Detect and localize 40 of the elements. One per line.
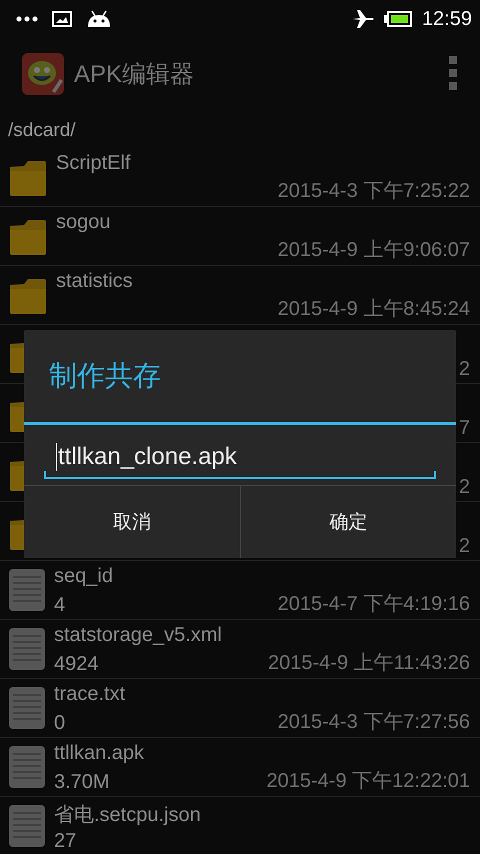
document-icon (8, 686, 46, 730)
file-name: ttllkan.apk (54, 741, 146, 766)
file-size: 3.70M (54, 771, 110, 794)
more-dots-icon (16, 16, 38, 22)
file-name: trace.txt (54, 682, 126, 707)
file-size: 27 (54, 830, 76, 853)
battery-icon (384, 11, 412, 27)
file-name: 省电.setcpu.json (54, 803, 202, 827)
file-name: statistics (56, 269, 134, 294)
dialog-title: 制作共存 (24, 330, 456, 425)
file-size: 0 (54, 712, 66, 735)
file-name: statstorage_v5.xml (54, 623, 223, 648)
modified-date: 2015-4-9 上午9:06:07 (278, 238, 470, 263)
document-icon (8, 568, 46, 612)
android-icon (86, 9, 112, 29)
modified-date: 2015-4-7 下午4:19:16 (278, 592, 470, 617)
file-name: seq_id (54, 564, 114, 589)
input-field[interactable]: ttllkan_clone.apk (44, 437, 436, 479)
clock-time: 12:59 (422, 8, 472, 30)
modified-date: 2015-4-9 下午12:22:01 (266, 769, 470, 794)
file-name: sogou (56, 210, 112, 235)
app-logo-icon (22, 53, 64, 95)
modified-date: 2 (458, 535, 470, 558)
file-name: ScriptElf (56, 151, 132, 176)
file-size: 4924 (54, 653, 98, 676)
document-icon (8, 627, 46, 671)
dialog-button[interactable]: 确定 (240, 486, 456, 558)
modified-date: 2 (458, 358, 470, 381)
modified-date: 2015-4-3 下午7:27:56 (278, 710, 470, 735)
modified-date: 2015-4-3 下午7:25:22 (278, 179, 470, 204)
modified-date: 2015-4-9 上午8:45:24 (278, 297, 470, 322)
document-icon (8, 804, 46, 848)
modified-date: 2 (458, 476, 470, 499)
image-icon (52, 11, 72, 27)
current-path: /sdcard/ (7, 119, 77, 143)
document-icon (8, 745, 46, 789)
modified-date: 7 (458, 417, 470, 440)
modified-date: 2015-4-9 上午11:43:26 (268, 651, 470, 676)
app-title: APK编辑器 (74, 60, 196, 90)
file-size: 4 (54, 594, 66, 617)
